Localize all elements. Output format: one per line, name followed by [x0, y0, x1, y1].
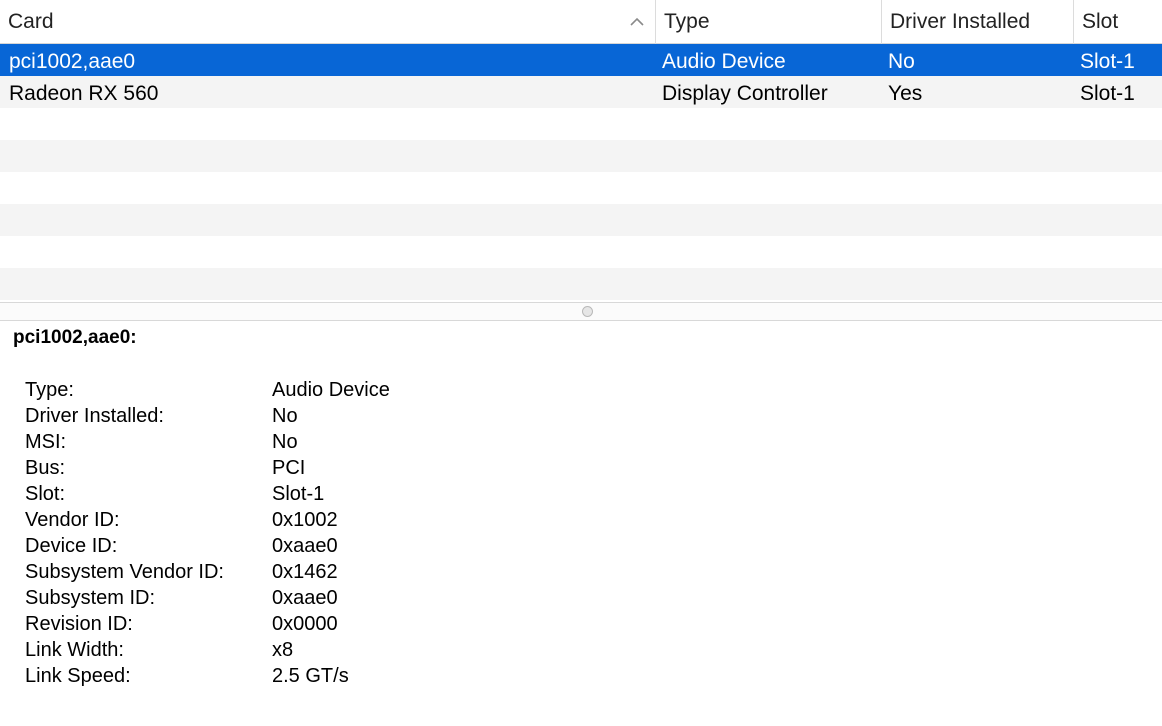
property-key: MSI:: [25, 431, 67, 453]
property-key: Bus:: [25, 457, 66, 479]
empty-row: [0, 268, 1162, 300]
table-header: Card Type Driver Installed Slot: [0, 0, 1162, 44]
table-row[interactable]: Radeon RX 560 Display Controller Yes Slo…: [0, 76, 1162, 108]
system-information-window: Card Type Driver Installed Slot pci1002,…: [0, 0, 1162, 726]
property-key: Link Width:: [25, 639, 124, 661]
property-value: Slot-1: [272, 483, 325, 505]
cell-driver-installed: Yes: [888, 82, 923, 105]
property-key: Vendor ID:: [25, 509, 120, 531]
table-body: pci1002,aae0 Audio Device No Slot-1 Rade…: [0, 44, 1162, 300]
empty-row: [0, 140, 1162, 172]
column-header-card[interactable]: Card: [0, 0, 655, 44]
detail-pane: pci1002,aae0: Type: Audio Device Driver …: [0, 321, 1162, 726]
column-header-slot-label: Slot: [1082, 10, 1119, 33]
chevron-up-icon[interactable]: [628, 13, 646, 31]
pci-cards-table: Card Type Driver Installed Slot pci1002,…: [0, 0, 1162, 303]
split-view-divider[interactable]: [0, 302, 1162, 321]
empty-row: [0, 236, 1162, 268]
empty-row: [0, 172, 1162, 204]
property-key: Link Speed:: [25, 665, 131, 687]
property-key: Subsystem Vendor ID:: [25, 561, 224, 583]
empty-row: [0, 108, 1162, 140]
column-header-driver-installed-label: Driver Installed: [890, 10, 1031, 33]
column-header-type-label: Type: [664, 10, 710, 33]
property-value: 0xaae0: [272, 587, 338, 609]
cell-card: pci1002,aae0: [9, 50, 136, 73]
property-value: No: [272, 405, 298, 427]
detail-title: pci1002,aae0:: [13, 327, 137, 348]
column-header-driver-installed[interactable]: Driver Installed: [881, 0, 1073, 44]
property-key: Driver Installed:: [25, 405, 164, 427]
property-key: Slot:: [25, 483, 66, 505]
column-header-card-label: Card: [8, 10, 54, 33]
cell-type: Audio Device: [662, 50, 786, 73]
property-value: x8: [272, 639, 294, 661]
column-header-slot[interactable]: Slot: [1073, 0, 1162, 44]
cell-driver-installed: No: [888, 50, 915, 73]
cell-type: Display Controller: [662, 82, 828, 105]
property-key: Device ID:: [25, 535, 118, 557]
property-value: 0x0000: [272, 613, 338, 635]
property-key: Revision ID:: [25, 613, 133, 635]
property-value: PCI: [272, 457, 306, 479]
property-key: Subsystem ID:: [25, 587, 156, 609]
property-key: Type:: [25, 379, 74, 401]
cell-slot: Slot-1: [1080, 50, 1135, 73]
cell-slot: Slot-1: [1080, 82, 1135, 105]
property-value: Audio Device: [272, 379, 390, 401]
property-value: 2.5 GT/s: [272, 665, 349, 687]
property-value: No: [272, 431, 298, 453]
property-value: 0x1002: [272, 509, 338, 531]
empty-row: [0, 204, 1162, 236]
property-value: 0xaae0: [272, 535, 338, 557]
table-row[interactable]: pci1002,aae0 Audio Device No Slot-1: [0, 44, 1162, 76]
divider-handle-icon[interactable]: [582, 306, 593, 317]
column-header-type[interactable]: Type: [655, 0, 881, 44]
cell-card: Radeon RX 560: [9, 82, 159, 105]
property-value: 0x1462: [272, 561, 338, 583]
